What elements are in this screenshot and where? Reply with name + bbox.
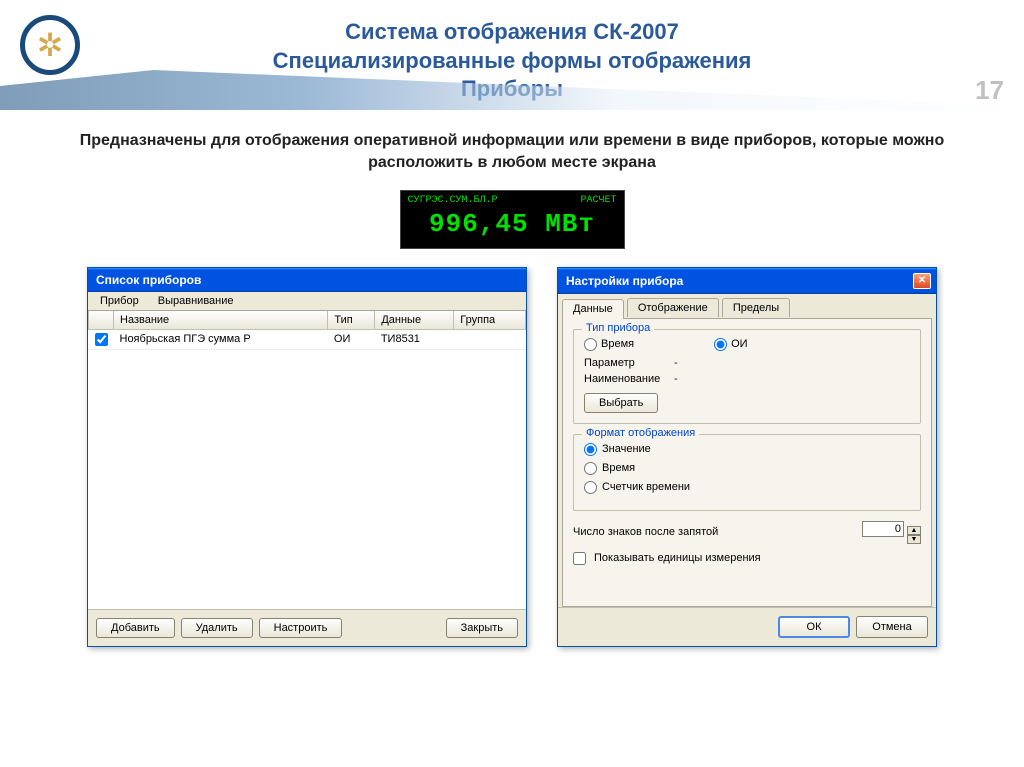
menu-instrument[interactable]: Прибор (92, 293, 147, 309)
radio-time-fmt[interactable]: Время (584, 462, 910, 475)
spin-up-icon[interactable]: ▲ (907, 526, 921, 535)
dialog-title: Настройки прибора (566, 274, 683, 288)
row-data: ТИ8531 (375, 329, 454, 349)
show-units-checkbox[interactable]: Показывать единицы измерения (573, 552, 761, 565)
radio-value[interactable]: Значение (584, 443, 910, 456)
cancel-button[interactable]: Отмена (856, 616, 928, 638)
titlebar[interactable]: Список приборов (88, 268, 526, 292)
close-button[interactable]: Закрыть (446, 618, 518, 638)
configure-button[interactable]: Настроить (259, 618, 343, 638)
row-checkbox[interactable] (95, 333, 108, 346)
instrument-table: Название Тип Данные Группа Ноябрьская ПГ… (88, 311, 526, 350)
logo-icon: ✲ (20, 15, 80, 75)
instrument-type-group: Тип прибора Время ОИ Параметр- Наименова… (573, 329, 921, 424)
col-check[interactable] (89, 311, 114, 330)
col-type[interactable]: Тип (328, 311, 375, 330)
col-group[interactable]: Группа (454, 311, 526, 330)
decimals-label: Число знаков после запятой (573, 526, 718, 538)
menu-align[interactable]: Выравнивание (150, 293, 242, 309)
select-button[interactable]: Выбрать (584, 393, 658, 413)
slide-header: ✲ Система отображения СК-2007 Специализи… (0, 0, 1024, 110)
list-area: Название Тип Данные Группа Ноябрьская ПГ… (88, 311, 526, 609)
menubar: Прибор Выравнивание (88, 292, 526, 311)
row-type: ОИ (328, 329, 375, 349)
decimals-input[interactable] (862, 521, 904, 537)
radio-time[interactable]: Время (584, 338, 634, 351)
tabs-row: Данные Отображение Пределы (558, 294, 936, 318)
lcd-instrument: СУГРЭС.СУМ.БЛ.Р РАСЧЕТ 996,45 МВт (400, 190, 625, 249)
name-label: Наименование (584, 373, 674, 385)
delete-button[interactable]: Удалить (181, 618, 253, 638)
param-label: Параметр (584, 357, 674, 369)
description-text: Предназначены для отображения оперативно… (60, 130, 964, 175)
add-button[interactable]: Добавить (96, 618, 175, 638)
param-value: - (674, 357, 678, 369)
dialog-title: Список приборов (96, 273, 201, 287)
tab-data[interactable]: Данные (562, 299, 624, 319)
instrument-list-dialog: Список приборов Прибор Выравнивание Назв… (87, 267, 527, 647)
format-group: Формат отображения Значение Время Счетчи… (573, 434, 921, 511)
col-name[interactable]: Название (114, 311, 328, 330)
lcd-right-label: РАСЧЕТ (580, 195, 616, 206)
close-icon[interactable]: ✕ (913, 273, 931, 289)
titlebar[interactable]: Настройки прибора ✕ (558, 268, 936, 294)
name-value: - (674, 373, 678, 385)
logo-glyph: ✲ (37, 26, 64, 64)
col-data[interactable]: Данные (375, 311, 454, 330)
group-legend: Тип прибора (582, 322, 654, 334)
tab-limits[interactable]: Пределы (722, 298, 790, 317)
ok-button[interactable]: ОК (778, 616, 850, 638)
table-row[interactable]: Ноябрьская ПГЭ сумма Р ОИ ТИ8531 (89, 329, 526, 349)
lcd-value: 996,45 МВт (404, 207, 621, 245)
lcd-left-label: СУГРЭС.СУМ.БЛ.Р (408, 195, 498, 206)
tab-content: Тип прибора Время ОИ Параметр- Наименова… (562, 318, 932, 607)
group-legend: Формат отображения (582, 427, 699, 439)
title-line-1: Система отображения СК-2007 (0, 18, 1024, 47)
page-number: 17 (975, 75, 1004, 106)
tab-display[interactable]: Отображение (627, 298, 719, 317)
instrument-settings-dialog: Настройки прибора ✕ Данные Отображение П… (557, 267, 937, 647)
row-group (454, 329, 526, 349)
radio-oi[interactable]: ОИ (714, 338, 747, 351)
radio-counter[interactable]: Счетчик времени (584, 481, 910, 494)
row-name: Ноябрьская ПГЭ сумма Р (114, 329, 328, 349)
spin-down-icon[interactable]: ▼ (907, 535, 921, 544)
